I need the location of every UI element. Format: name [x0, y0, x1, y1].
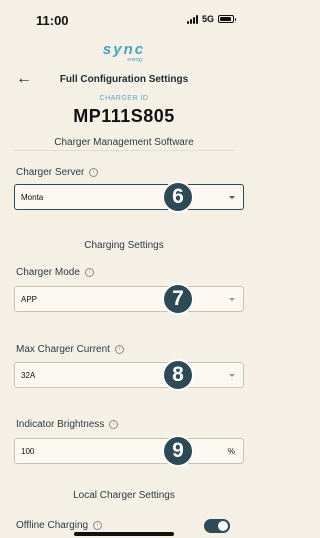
info-icon[interactable]: i [89, 168, 99, 177]
field-label-text: Charger Server [16, 167, 85, 178]
toggle-knob [218, 521, 228, 531]
charger-id-label: CHARGER ID [99, 95, 149, 102]
info-icon[interactable]: i [93, 521, 103, 530]
step-badge-8: 8 [162, 359, 194, 391]
brightness-input[interactable]: 100 % [14, 438, 244, 464]
select-value: Monta [21, 193, 44, 202]
status-bar: 11:00 5G [0, 0, 248, 34]
network-type: 5G [201, 14, 214, 24]
chevron-down-icon [229, 298, 235, 301]
max-current-select[interactable]: 32A [14, 362, 244, 388]
step-badge-9: 9 [162, 435, 194, 467]
charger-mode-label: Charger Mode i [16, 267, 94, 278]
unit-suffix: % [227, 447, 235, 456]
chevron-down-icon [229, 196, 235, 199]
charger-server-select[interactable]: Monta [14, 184, 244, 210]
step-badge-6: 6 [162, 181, 194, 213]
brand-logo: sync energy [0, 42, 248, 63]
input-value: 100 [21, 447, 35, 456]
section-header-local: Local Charger Settings [14, 490, 234, 501]
offline-charging-label: Offline Charging i [16, 520, 103, 531]
brightness-label: Indicator Brightness i [16, 419, 119, 430]
section-header-management: Charger Management Software [14, 137, 234, 151]
section-title: Charging Settings [84, 240, 164, 251]
info-icon[interactable]: i [109, 420, 119, 429]
charger-id: MP111S805 [73, 106, 175, 126]
field-label-text: Max Charger Current [16, 344, 110, 355]
section-divider [14, 150, 234, 151]
page-title: Full Configuration Settings [59, 74, 189, 85]
max-current-label: Max Charger Current i [16, 344, 124, 355]
charger-server-label: Charger Server i [16, 167, 99, 178]
info-icon[interactable]: i [114, 345, 124, 354]
step-badge-7: 7 [162, 283, 194, 315]
select-value: APP [21, 295, 38, 304]
select-value: 32A [21, 371, 36, 380]
logo-wordmark: sync [102, 41, 146, 58]
logo-tagline: energy [127, 57, 143, 63]
signal-icon [186, 14, 198, 24]
status-time: 11:00 [36, 13, 69, 28]
battery-icon [218, 15, 236, 23]
field-label-text: Charger Mode [16, 267, 80, 278]
home-indicator[interactable] [74, 532, 174, 536]
field-label-text: Indicator Brightness [16, 419, 105, 430]
offline-charging-toggle[interactable] [204, 519, 230, 533]
charger-mode-select[interactable]: APP [14, 286, 244, 312]
section-title: Local Charger Settings [73, 490, 175, 501]
status-icons: 5G [186, 14, 236, 24]
section-header-charging: Charging Settings [14, 240, 234, 251]
section-title: Charger Management Software [54, 137, 194, 148]
info-icon[interactable]: i [84, 268, 94, 277]
field-label-text: Offline Charging [16, 520, 89, 531]
chevron-down-icon [229, 374, 235, 377]
